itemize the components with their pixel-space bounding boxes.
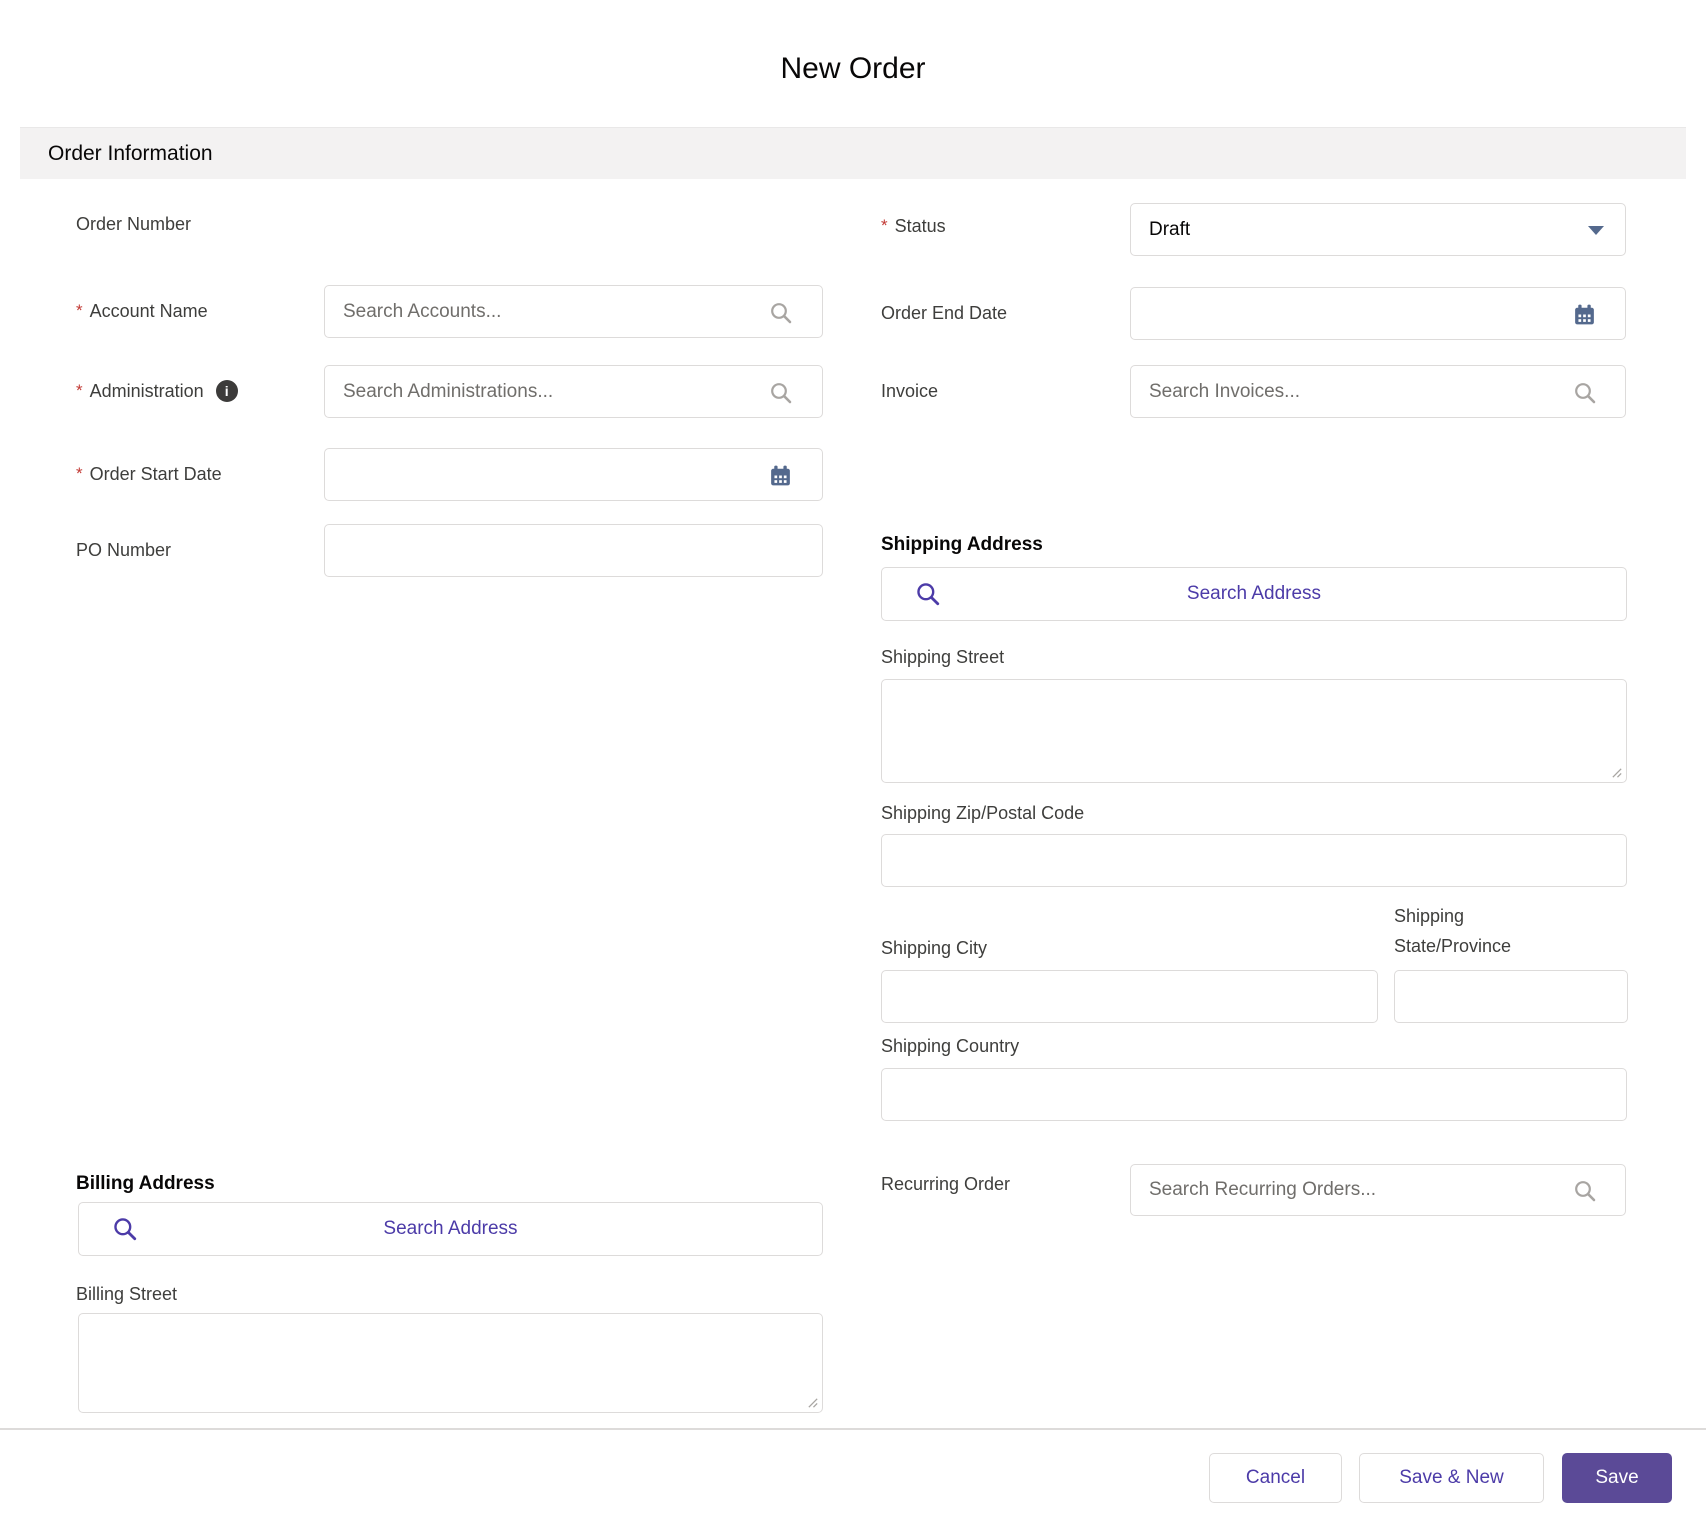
recurring-order-lookup-input[interactable] (1130, 1164, 1626, 1216)
status-select[interactable]: Draft (1130, 203, 1626, 256)
po-number-label: PO Number (76, 540, 172, 560)
billing-street-field (78, 1313, 823, 1413)
search-icon (917, 583, 940, 606)
footer-divider (0, 1428, 1706, 1430)
section-header-order-information: Order Information (20, 127, 1686, 179)
billing-address-heading: Billing Address (76, 1173, 215, 1194)
invoice-label: Invoice (881, 381, 939, 401)
order-number-label: Order Number (76, 214, 192, 234)
shipping-country-label: Shipping Country (881, 1036, 1020, 1056)
search-icon (114, 1218, 137, 1241)
shipping-zip-label: Shipping Zip/Postal Code (881, 803, 1085, 823)
shipping-country-input[interactable] (881, 1068, 1627, 1121)
shipping-search-address-button[interactable]: Search Address (881, 567, 1627, 621)
status-label: * Status (881, 213, 946, 239)
order-start-date-label: * Order Start Date (76, 461, 222, 487)
shipping-state-input[interactable] (1394, 970, 1628, 1023)
billing-search-address-button[interactable]: Search Address (78, 1202, 823, 1256)
required-marker: * (76, 464, 83, 483)
order-end-date-label: Order End Date (881, 303, 1008, 323)
save-button[interactable]: Save (1562, 1453, 1672, 1503)
required-marker: * (76, 301, 83, 320)
shipping-street-label: Shipping Street (881, 647, 1005, 667)
administration-lookup-input[interactable] (324, 365, 823, 418)
billing-street-label: Billing Street (76, 1284, 178, 1304)
page-title: New Order (780, 52, 926, 85)
account-name-label: * Account Name (76, 298, 208, 324)
administration-label: * Administration i (76, 378, 238, 404)
cancel-button[interactable]: Cancel (1209, 1453, 1342, 1503)
new-order-modal: New Order Order Information Order Number… (0, 0, 1706, 1528)
shipping-city-label: Shipping City (881, 938, 988, 958)
shipping-street-textarea[interactable] (881, 679, 1627, 783)
shipping-zip-input[interactable] (881, 834, 1627, 887)
billing-street-textarea[interactable] (78, 1313, 823, 1413)
account-name-lookup-input[interactable] (324, 285, 823, 338)
recurring-order-label: Recurring Order (881, 1174, 1011, 1194)
section-header-label: Order Information (48, 141, 213, 165)
save-and-new-button[interactable]: Save & New (1359, 1453, 1544, 1503)
shipping-street-field (881, 679, 1627, 783)
order-start-date-input[interactable] (324, 448, 823, 501)
required-marker: * (76, 381, 83, 400)
invoice-lookup-input[interactable] (1130, 365, 1626, 418)
status-selected-value: Draft (1149, 218, 1191, 240)
shipping-state-label: Shipping State/Province (1394, 906, 1512, 956)
required-marker: * (881, 216, 888, 235)
po-number-input[interactable] (324, 524, 823, 577)
info-icon[interactable]: i (215, 380, 238, 402)
shipping-city-input[interactable] (881, 970, 1378, 1023)
shipping-address-heading: Shipping Address (881, 534, 1043, 555)
order-end-date-input[interactable] (1130, 287, 1626, 340)
